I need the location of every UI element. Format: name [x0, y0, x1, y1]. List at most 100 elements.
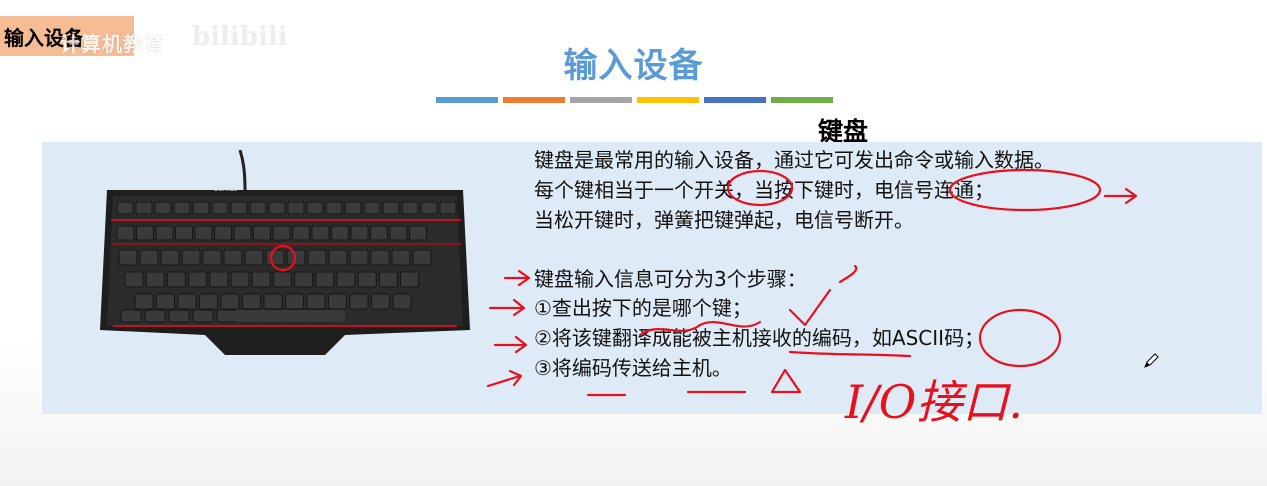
keyboard-key: [287, 201, 305, 215]
keyboard-key: [328, 249, 348, 266]
keyboard-key: [192, 309, 214, 323]
keyboard-key: [166, 271, 186, 288]
paragraph-line-3: 当松开键时，弹簧把键弹起，电信号断开。: [534, 208, 914, 232]
keyboard-key: [328, 293, 347, 310]
keyboard-key: [116, 225, 135, 241]
keyboard-key: [160, 249, 180, 266]
keyboard-key: [120, 309, 142, 323]
keyboard-key: [124, 271, 144, 288]
slide-title: 输入设备: [563, 46, 704, 86]
keyboard-key: [371, 293, 390, 310]
keyboard-key: [286, 249, 306, 266]
keyboard-key: [344, 201, 362, 215]
keyboard-key: [378, 271, 398, 288]
keyboard-key: [389, 225, 408, 241]
keyboard-key: [315, 271, 335, 288]
color-stripes: [436, 97, 836, 103]
keyboard-key: [263, 293, 283, 310]
keyboard-key: [199, 293, 218, 310]
keyboard-key: [209, 271, 229, 288]
keyboard-spacebar: [235, 310, 345, 322]
keyboard-key: [181, 249, 201, 266]
keyboard-key: [253, 225, 271, 241]
stripe-2: [503, 97, 565, 103]
paragraph-line-2: 每个键相当于一个开关，当按下键时，电信号连通；: [534, 178, 994, 202]
keyboard-key: [420, 201, 438, 215]
keyboard-key: [401, 201, 419, 215]
keyboard-key: [173, 201, 191, 215]
keyboard-key: [116, 201, 134, 215]
step-1: ①查出按下的是哪个键；: [534, 296, 752, 320]
keyboard-key: [211, 201, 229, 215]
paragraph-line-1: 键盘是最常用的输入设备，通过它可发出命令或输入数据。: [534, 148, 1054, 172]
keyboard-key: [139, 249, 159, 266]
keyboard-key: [249, 201, 267, 215]
keyboard-key: [268, 201, 286, 215]
keyboard-brand: Genius: [213, 185, 238, 193]
keyboard-key: [242, 293, 261, 310]
keyboard-key: [154, 201, 172, 215]
pen-cursor-icon: [1144, 353, 1159, 368]
keyboard-key: [357, 271, 377, 288]
keyboard-key: [294, 271, 314, 288]
stripe-1: [436, 97, 498, 103]
keyboard-key: [370, 225, 388, 241]
stripe-5: [704, 97, 766, 103]
keyboard-key: [144, 309, 166, 323]
keyboard-key: [272, 271, 292, 288]
steps-intro: 键盘输入信息可分为3个步骤：: [534, 267, 807, 291]
keyboard-key: [156, 293, 175, 310]
keyboard-key: [136, 225, 154, 241]
step-3: ③将编码传送给主机。: [534, 356, 732, 380]
keyboard-key: [400, 271, 420, 288]
keyboard-key: [382, 201, 400, 215]
keyboard-key: [177, 293, 197, 310]
keyboard-key: [331, 225, 349, 241]
keyboard-key: [349, 293, 369, 310]
keyboard-key: [370, 249, 390, 266]
keyboard-key: [244, 249, 264, 266]
keyboard-key: [233, 225, 252, 241]
keyboard-key: [135, 201, 153, 215]
keyboard-key: [223, 249, 243, 266]
keyboard-key: [202, 249, 222, 266]
keyboard-key: [220, 293, 240, 310]
keyboard-key: [349, 249, 369, 266]
keyboard-key: [251, 271, 271, 288]
keyboard-key: [194, 225, 213, 241]
keyboard-key: [285, 293, 304, 310]
keyboard-key: [311, 225, 330, 241]
keyboard-key: [272, 225, 291, 241]
step-2: ②将该键翻译成能被主机接收的编码，如ASCII码；: [534, 326, 985, 350]
keyboard-key: [336, 271, 356, 288]
keyboard-key: [350, 225, 369, 241]
keyboard-key: [214, 225, 232, 241]
keyboard-key: [292, 225, 310, 241]
keyboard-key: [363, 201, 381, 215]
keyboard-key: [192, 201, 210, 215]
keyboard-key: [439, 201, 457, 215]
keyboard-key: [145, 271, 165, 288]
keyboard-key: [168, 309, 190, 323]
stripe-3: [570, 97, 632, 103]
keyboard-key: [392, 293, 412, 310]
stripe-4: [637, 97, 699, 103]
keyboard-key: [230, 271, 250, 288]
keyboard-key: [216, 309, 238, 323]
keyboard-key: [265, 249, 285, 266]
keyboard-key: [188, 271, 208, 288]
keyboard-key: [118, 249, 138, 266]
keyboard-key: [306, 201, 324, 215]
keyboard-image: Genius: [95, 149, 475, 360]
keyboard-key: [306, 293, 326, 310]
keyboard-key: [134, 293, 154, 310]
keyboard-key: [155, 225, 174, 241]
keyboard-key: [307, 249, 327, 266]
keyboard-key: [412, 249, 432, 266]
keyboard-key: [230, 201, 248, 215]
keyboard-key: [175, 225, 193, 241]
keyboard-key: [391, 249, 411, 266]
keyboard-key: [325, 201, 343, 215]
keyboard-key: [409, 225, 427, 241]
stripe-6: [771, 97, 833, 103]
